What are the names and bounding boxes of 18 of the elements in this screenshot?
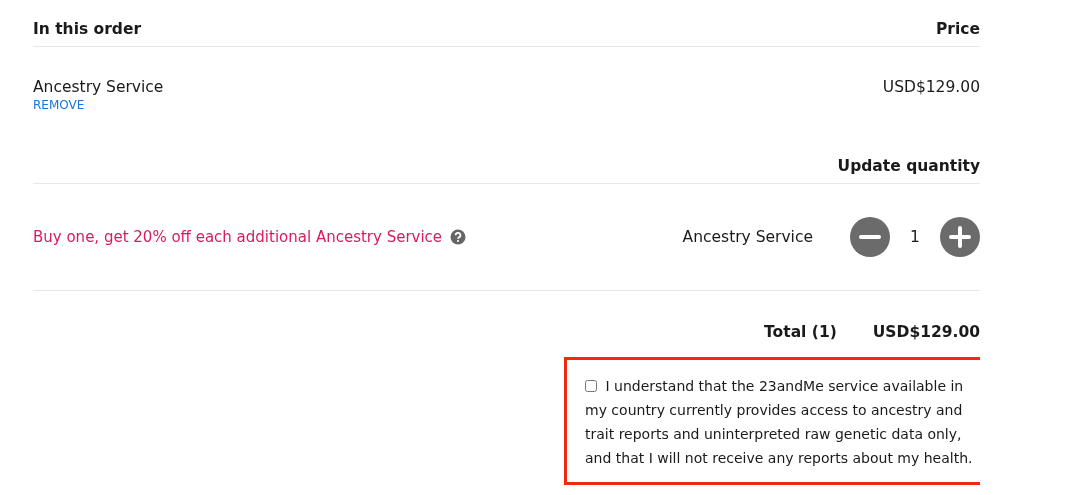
product-price: USD$129.00 [882, 78, 980, 96]
product-name: Ancestry Service [682, 228, 813, 246]
quantity-value: 1 [909, 228, 921, 246]
section-title: In this order [33, 20, 142, 38]
column-heading: Price [935, 20, 980, 38]
agreement-checkbox[interactable] [585, 380, 597, 392]
minus-icon [850, 217, 890, 257]
help-icon[interactable] [450, 229, 467, 245]
increase-button[interactable] [940, 217, 980, 257]
decrease-button[interactable] [850, 217, 890, 257]
section-title: Update quantity [837, 157, 980, 175]
product-name: Ancestry Service [33, 78, 164, 96]
agreement-text: I understand that the 23andMe service available in my country currently provides access to ancestry and trait reports and uninterpreted raw genetic data only, and that I will not receive any reports about my health. [585, 377, 973, 468]
plus-icon [940, 217, 980, 257]
remove-link[interactable]: REMOVE [33, 98, 85, 112]
promo-text: Buy one, get 20% off each additional Ancestry Service [33, 228, 443, 246]
total-amount: USD$129.00 [872, 323, 980, 343]
total-label: Total (1) [764, 323, 837, 343]
